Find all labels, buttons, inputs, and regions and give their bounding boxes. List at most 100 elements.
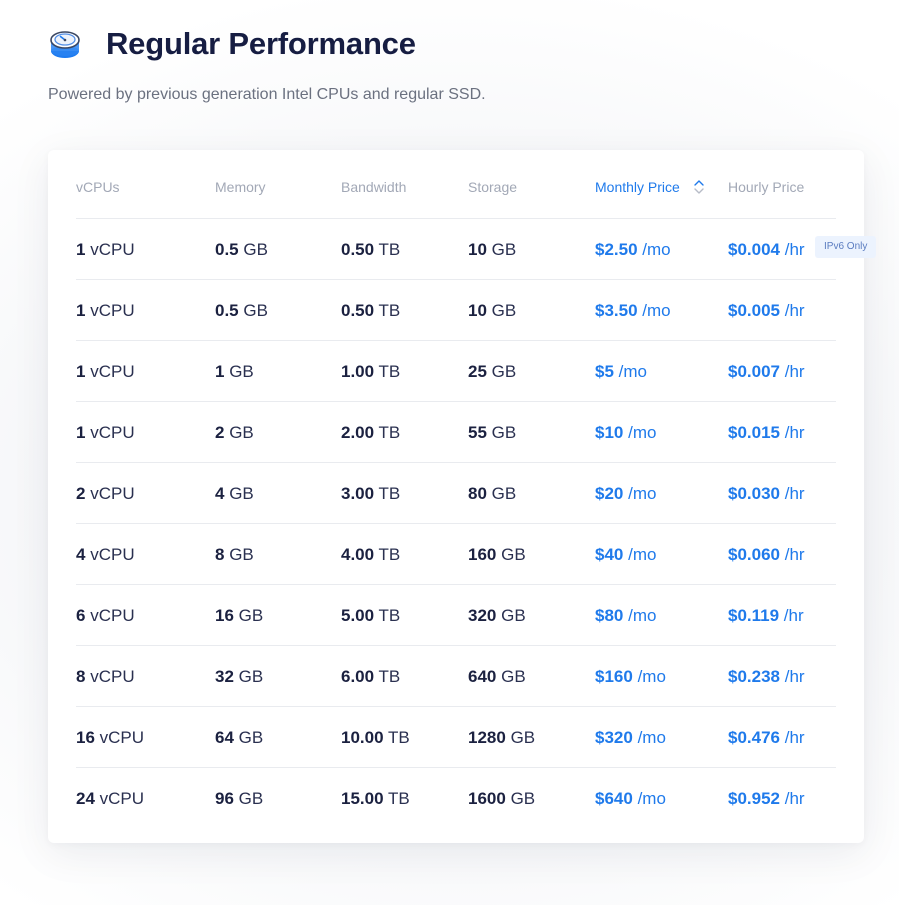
hourly-price-value: $0.030 <box>728 484 780 503</box>
vcpu-unit: vCPU <box>99 789 145 808</box>
storage-cell: 25 GB <box>468 362 516 382</box>
table-row[interactable]: 4 vCPU 8 GB 4.00 TB 160 GB $40 /mo $0.060 /hr <box>76 524 836 585</box>
vcpu-value: 8 <box>76 667 86 686</box>
column-header-hourly-price[interactable]: Hourly Price <box>728 179 804 195</box>
vcpu-cell: 4 vCPU <box>76 545 135 565</box>
vcpu-value: 4 <box>76 545 86 564</box>
bandwidth-cell: 10.00 TB <box>341 728 410 748</box>
storage-unit: GB <box>491 484 517 503</box>
bandwidth-value: 6.00 <box>341 667 375 686</box>
storage-value: 55 <box>468 423 487 442</box>
vcpu-unit: vCPU <box>90 484 135 503</box>
hourly-price-value: $0.015 <box>728 423 780 442</box>
hourly-price-unit: /hr <box>784 545 805 564</box>
hourly-price-cell: $0.030 /hr <box>728 484 805 504</box>
hourly-price-unit: /hr <box>783 606 804 625</box>
monthly-price-value: $3.50 <box>595 301 638 320</box>
bandwidth-cell: 0.50 TB <box>341 301 400 321</box>
column-header-storage[interactable]: Storage <box>468 179 517 195</box>
vcpu-unit: vCPU <box>90 667 135 686</box>
table-row[interactable]: 8 vCPU 32 GB 6.00 TB 640 GB $160 /mo $0.238 /… <box>76 646 836 707</box>
hourly-price-cell: $0.952 /hr <box>728 789 805 809</box>
storage-value: 1600 <box>468 789 506 808</box>
vcpu-value: 1 <box>76 423 86 442</box>
hourly-price-cell: $0.238 /hr <box>728 667 805 687</box>
vcpu-unit: vCPU <box>90 545 135 564</box>
memory-unit: GB <box>243 240 268 259</box>
memory-value: 0.5 <box>215 240 239 259</box>
bandwidth-unit: TB <box>387 789 410 808</box>
table-row[interactable]: 16 vCPU 64 GB 10.00 TB 1280 GB $320 /mo $0.47… <box>76 707 836 768</box>
hourly-price-value: $0.119 <box>728 606 780 625</box>
memory-value: 64 <box>215 728 234 747</box>
column-header-monthly-price[interactable]: Monthly Price <box>595 179 680 195</box>
vcpu-cell: 6 vCPU <box>76 606 135 626</box>
vcpu-cell: 2 vCPU <box>76 484 135 504</box>
memory-cell: 4 GB <box>215 484 254 504</box>
bandwidth-cell: 2.00 TB <box>341 423 400 443</box>
monthly-price-value: $2.50 <box>595 240 638 259</box>
column-header-vcpus[interactable]: vCPUs <box>76 179 120 195</box>
monthly-price-value: $80 <box>595 606 624 625</box>
bandwidth-cell: 5.00 TB <box>341 606 400 626</box>
bandwidth-value: 5.00 <box>341 606 375 625</box>
storage-cell: 1280 GB <box>468 728 535 748</box>
bandwidth-cell: 15.00 TB <box>341 789 410 809</box>
bandwidth-value: 4.00 <box>341 545 375 564</box>
hourly-price-unit: /hr <box>784 423 805 442</box>
bandwidth-value: 3.00 <box>341 484 375 503</box>
section-header: Regular Performance <box>48 22 416 66</box>
monthly-price-value: $320 <box>595 728 633 747</box>
hourly-price-value: $0.476 <box>728 728 780 747</box>
monthly-price-unit: /mo <box>642 240 671 259</box>
memory-unit: GB <box>238 728 264 747</box>
memory-cell: 64 GB <box>215 728 263 748</box>
hourly-price-unit: /hr <box>784 240 805 259</box>
memory-unit: GB <box>238 667 264 686</box>
storage-cell: 640 GB <box>468 667 526 687</box>
vcpu-cell: 1 vCPU <box>76 301 135 321</box>
table-header: vCPUs Memory Bandwidth Storage Monthly P… <box>76 150 836 219</box>
memory-unit: GB <box>229 362 254 381</box>
bandwidth-unit: TB <box>378 240 401 259</box>
monthly-price-unit: /mo <box>618 362 647 381</box>
bandwidth-unit: TB <box>378 667 401 686</box>
column-header-bandwidth[interactable]: Bandwidth <box>341 179 406 195</box>
hourly-price-unit: /hr <box>784 362 805 381</box>
vcpu-value: 1 <box>76 240 86 259</box>
monthly-price-value: $10 <box>595 423 624 442</box>
hourly-price-cell: $0.119 /hr <box>728 606 804 626</box>
monthly-price-cell: $3.50 /mo <box>595 301 671 321</box>
storage-value: 1280 <box>468 728 506 747</box>
table-row[interactable]: 1 vCPU 2 GB 2.00 TB 55 GB $10 /mo $0.015 /hr <box>76 402 836 463</box>
monthly-price-unit: /mo <box>637 789 666 808</box>
storage-unit: GB <box>491 362 517 381</box>
storage-cell: 320 GB <box>468 606 526 626</box>
hourly-price-cell: $0.015 /hr <box>728 423 805 443</box>
table-row[interactable]: 6 vCPU 16 GB 5.00 TB 320 GB $80 /mo $0.119 /h… <box>76 585 836 646</box>
storage-value: 320 <box>468 606 497 625</box>
bandwidth-unit: TB <box>378 606 401 625</box>
storage-unit: GB <box>510 728 536 747</box>
vcpu-value: 24 <box>76 789 95 808</box>
vcpu-cell: 24 vCPU <box>76 789 144 809</box>
monthly-price-value: $40 <box>595 545 624 564</box>
column-header-memory[interactable]: Memory <box>215 179 266 195</box>
storage-value: 10 <box>468 240 487 259</box>
memory-cell: 16 GB <box>215 606 263 626</box>
vcpu-cell: 8 vCPU <box>76 667 135 687</box>
table-row[interactable]: 2 vCPU 4 GB 3.00 TB 80 GB $20 /mo $0.030 /hr <box>76 463 836 524</box>
memory-cell: 32 GB <box>215 667 263 687</box>
vcpu-cell: 1 vCPU <box>76 423 135 443</box>
table-row[interactable]: 1 vCPU 0.5 GB 0.50 TB 10 GB $2.50 /mo $0.004 … <box>76 219 877 280</box>
storage-cell: 55 GB <box>468 423 516 443</box>
bandwidth-cell: 1.00 TB <box>341 362 400 382</box>
monthly-price-unit: /mo <box>637 728 666 747</box>
table-row[interactable]: 24 vCPU 96 GB 15.00 TB 1600 GB $640 /mo $0.95… <box>76 768 836 828</box>
storage-value: 640 <box>468 667 497 686</box>
memory-value: 0.5 <box>215 301 239 320</box>
storage-unit: GB <box>501 667 526 686</box>
table-row[interactable]: 1 vCPU 0.5 GB 0.50 TB 10 GB $3.50 /mo $0.005 … <box>76 280 836 341</box>
sort-up-down-icon[interactable] <box>692 178 706 196</box>
table-row[interactable]: 1 vCPU 1 GB 1.00 TB 25 GB $5 /mo $0.007 /hr <box>76 341 836 402</box>
